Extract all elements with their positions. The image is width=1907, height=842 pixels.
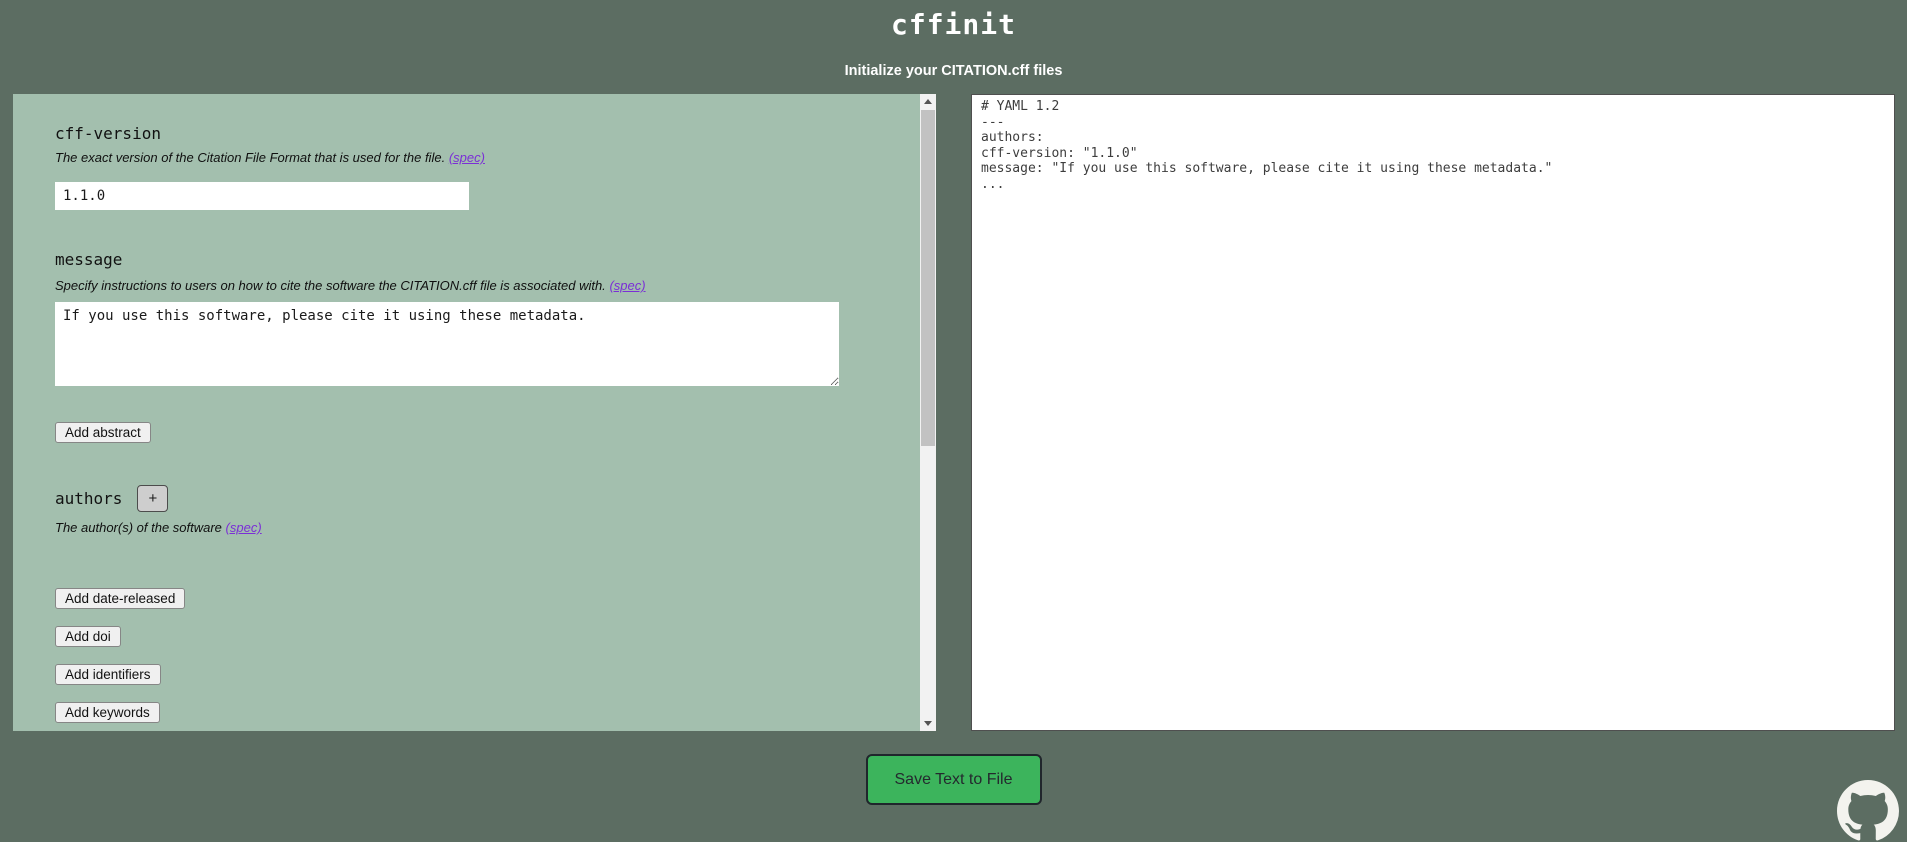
message-description: Specify instructions to users on how to … (55, 278, 920, 294)
yaml-preview-panel[interactable]: # YAML 1.2 --- authors: cff-version: "1.… (971, 94, 1895, 731)
page-header: cffinit Initialize your CITATION.cff fil… (0, 0, 1907, 79)
authors-label: authors (55, 489, 122, 509)
authors-description: The author(s) of the software (spec) (55, 520, 920, 536)
save-text-to-file-button[interactable]: Save Text to File (866, 754, 1042, 805)
authors-row: authors + (55, 485, 920, 512)
cff-version-label: cff-version (55, 124, 920, 144)
yaml-preview-text[interactable]: # YAML 1.2 --- authors: cff-version: "1.… (972, 95, 1894, 196)
cff-version-spec-link[interactable]: (spec) (449, 150, 485, 165)
cff-version-description: The exact version of the Citation File F… (55, 150, 920, 166)
add-keywords-button[interactable]: Add keywords (55, 702, 160, 723)
form-panel: cff-version The exact version of the Cit… (13, 94, 936, 731)
add-abstract-button[interactable]: Add abstract (55, 422, 151, 443)
app-subtitle: Initialize your CITATION.cff files (0, 41, 1907, 79)
scrollbar-up-arrow-icon[interactable] (920, 94, 936, 110)
cff-version-description-text: The exact version of the Citation File F… (55, 150, 445, 165)
authors-spec-link[interactable]: (spec) (226, 520, 262, 535)
form-scrollbar[interactable] (920, 94, 936, 731)
add-author-button[interactable]: + (137, 485, 168, 512)
add-date-released-button[interactable]: Add date-released (55, 588, 185, 609)
message-spec-link[interactable]: (spec) (609, 278, 645, 293)
message-description-text: Specify instructions to users on how to … (55, 278, 606, 293)
add-doi-button[interactable]: Add doi (55, 626, 121, 647)
scrollbar-thumb[interactable] (921, 110, 935, 446)
add-identifiers-button[interactable]: Add identifiers (55, 664, 161, 685)
github-link[interactable] (1837, 780, 1899, 842)
message-label: message (55, 250, 920, 270)
app-title: cffinit (0, 0, 1907, 41)
cff-version-input[interactable] (55, 182, 469, 210)
github-icon (1837, 780, 1899, 842)
message-textarea[interactable]: If you use this software, please cite it… (55, 302, 839, 386)
authors-description-text: The author(s) of the software (55, 520, 222, 535)
form-content: cff-version The exact version of the Cit… (13, 94, 920, 731)
scrollbar-down-arrow-icon[interactable] (920, 715, 936, 731)
